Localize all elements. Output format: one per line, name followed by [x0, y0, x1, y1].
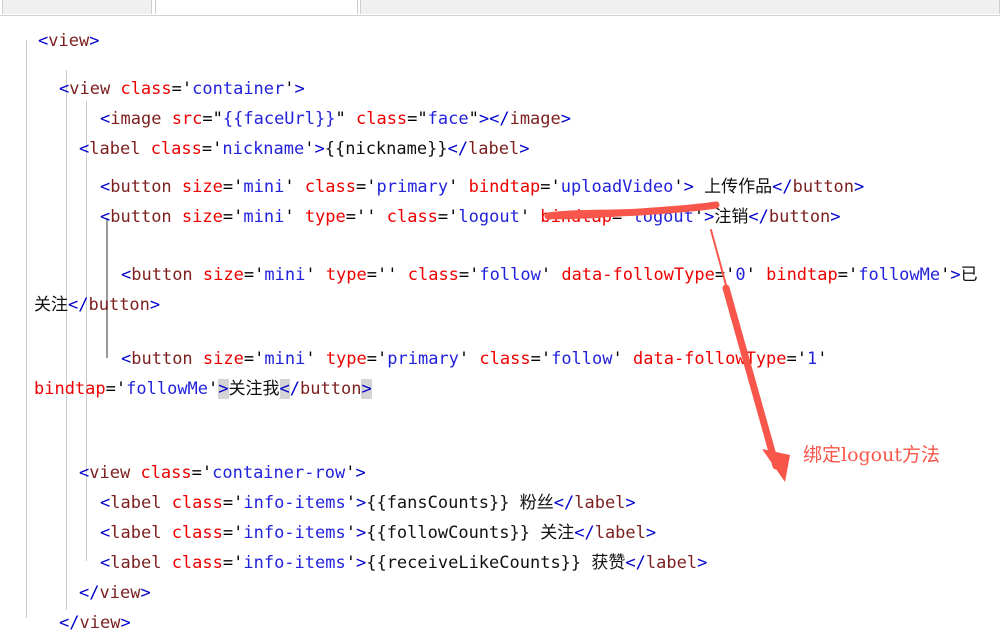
editor-tab-right[interactable] [360, 0, 1000, 14]
code-line[interactable]: </view> [79, 578, 151, 608]
code-line[interactable]: <label class='nickname'>{{nickname}}</la… [79, 134, 530, 164]
indent-guide-4 [106, 218, 108, 358]
editor-tab-left[interactable] [2, 0, 152, 14]
code-line-wrap[interactable]: 关注</button> [34, 290, 160, 320]
code-editor-surface[interactable]: <view> <view class='container'> <image s… [0, 16, 1000, 634]
editor-tab-strip [0, 0, 1000, 16]
code-line[interactable]: <label class='info-items'>{{receiveLikeC… [100, 548, 707, 578]
editor-tab-active[interactable] [155, 0, 358, 14]
indent-guide-2 [66, 70, 67, 610]
code-line-wrap[interactable]: bindtap='followMe'>关注我</button> [34, 374, 372, 404]
indent-guide-1 [26, 40, 27, 618]
code-line[interactable]: <button size='mini' class='primary' bind… [100, 172, 864, 202]
indent-guide-3 [86, 101, 87, 561]
code-line[interactable]: <button size='mini' type='' class='follo… [121, 260, 978, 290]
code-line[interactable]: <button size='mini' type='primary' class… [121, 344, 828, 374]
code-line[interactable]: <view> [38, 26, 99, 56]
code-line[interactable]: <view class='container-row'> [79, 458, 366, 488]
code-line[interactable]: <button size='mini' type='' class='logou… [100, 202, 841, 232]
code-line[interactable]: <image src="{{faceUrl}}" class="face"></… [100, 104, 571, 134]
code-line[interactable]: <view class='container'> [59, 74, 305, 104]
code-line[interactable]: <label class='info-items'>{{followCounts… [100, 518, 656, 548]
annotation-label: 绑定logout方法 [803, 444, 940, 466]
code-line[interactable]: <label class='info-items'>{{fansCounts}}… [100, 488, 636, 518]
